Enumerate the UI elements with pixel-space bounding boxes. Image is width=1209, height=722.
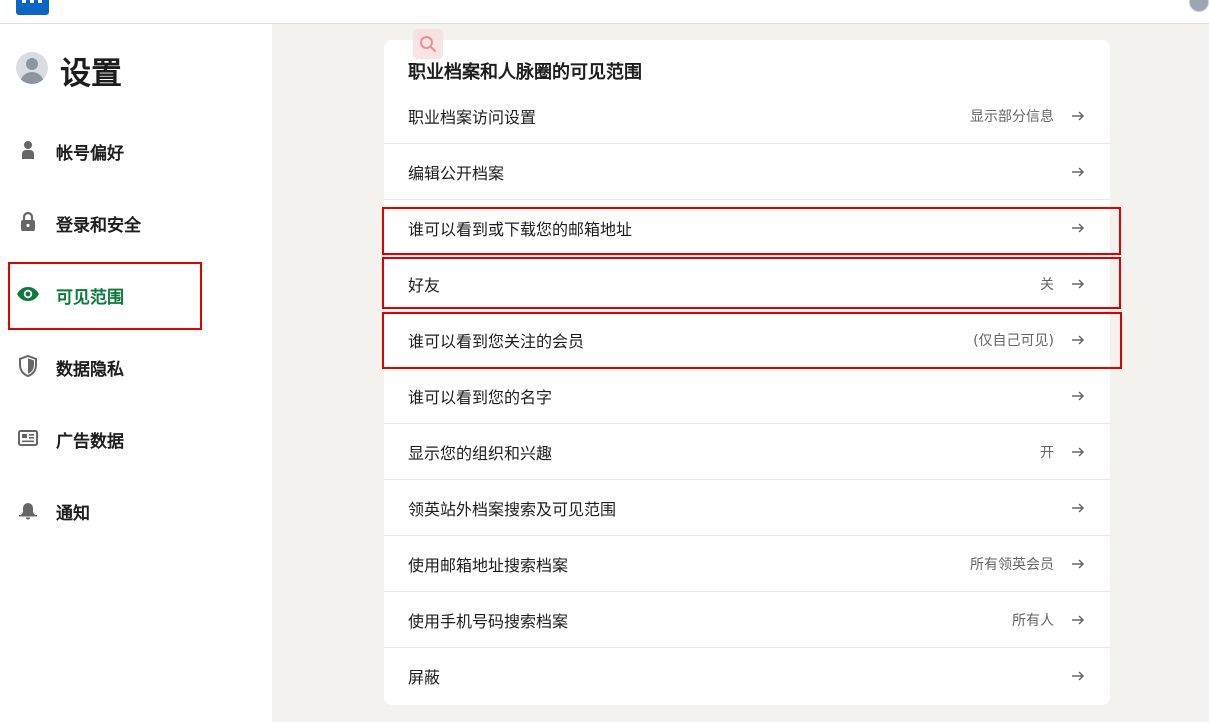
setting-row-offsite-visibility[interactable]: 领英站外档案搜索及可见范围 <box>384 480 1110 536</box>
lock-icon <box>21 211 35 231</box>
arrow-right-icon <box>1072 671 1085 681</box>
setting-row-label: 使用手机号码搜索档案 <box>408 612 569 631</box>
arrow-right-icon <box>1072 111 1085 121</box>
setting-row-blocking[interactable]: 屏蔽 <box>384 648 1110 704</box>
sidebar-item-label: 广告数据 <box>56 432 124 452</box>
sidebar-item-data-privacy[interactable]: 数据隐私 <box>16 352 246 380</box>
newspaper-icon <box>18 430 38 446</box>
arrow-right-icon <box>1072 447 1085 457</box>
setting-row-label: 谁可以看到您的名字 <box>408 388 553 407</box>
sidebar-item-visibility[interactable]: 可见范围 <box>16 280 246 308</box>
setting-row-members-you-follow[interactable]: 谁可以看到您关注的会员 (仅自己可见) <box>384 312 1110 368</box>
linkedin-logo-icon[interactable] <box>16 0 49 15</box>
sidebar-item-label: 可见范围 <box>56 288 124 308</box>
setting-row-label: 谁可以看到或下载您的邮箱地址 <box>408 220 633 239</box>
sidebar-item-label: 通知 <box>56 504 90 524</box>
arrow-right-icon <box>1072 391 1085 401</box>
setting-row-label: 好友 <box>408 276 441 295</box>
setting-row-label: 领英站外档案搜索及可见范围 <box>408 500 617 519</box>
section-title: 职业档案和人脉圈的可见范围 <box>408 62 642 83</box>
sidebar-item-notifications[interactable]: 通知 <box>16 496 246 524</box>
logo-bar <box>38 0 42 3</box>
logo-bar <box>30 0 34 3</box>
settings-title: 设置 <box>60 56 122 92</box>
avatar[interactable] <box>16 52 48 84</box>
arrow-right-icon <box>1072 335 1085 345</box>
setting-row-profile-viewing-options[interactable]: 职业档案访问设置 显示部分信息 <box>384 88 1110 144</box>
setting-row-value: (仅自己可见) <box>973 333 1054 349</box>
arrow-right-icon <box>1072 167 1085 177</box>
magnifier-glyph <box>420 36 437 53</box>
logo-bar <box>22 0 26 3</box>
arrow-right-icon <box>1072 503 1085 513</box>
person-icon <box>22 141 34 159</box>
arrow-right-icon <box>1072 559 1085 569</box>
setting-row-value: 显示部分信息 <box>970 109 1054 125</box>
visibility-settings-card: 职业档案和人脉圈的可见范围 职业档案访问设置 显示部分信息 编辑公开档案 谁可以… <box>384 40 1110 705</box>
avatar-body <box>20 72 44 84</box>
top-navbar <box>0 0 1209 24</box>
sidebar-item-label: 登录和安全 <box>56 216 141 236</box>
eye-icon <box>17 287 39 301</box>
setting-row-connections[interactable]: 好友 关 <box>384 256 1110 312</box>
setting-row-value: 所有领英会员 <box>970 557 1054 573</box>
setting-row-edit-public-profile[interactable]: 编辑公开档案 <box>384 144 1110 200</box>
setting-row-value: 所有人 <box>1012 613 1054 629</box>
setting-row-label: 显示您的组织和兴趣 <box>408 444 553 463</box>
sidebar-item-label: 帐号偏好 <box>56 144 124 164</box>
setting-row-label: 编辑公开档案 <box>408 164 505 183</box>
setting-row-discover-by-phone[interactable]: 使用手机号码搜索档案 所有人 <box>384 592 1110 648</box>
setting-row-value: 开 <box>1040 445 1054 461</box>
arrow-right-icon <box>1072 223 1085 233</box>
setting-row-label: 职业档案访问设置 <box>408 108 537 127</box>
profile-avatar-icon[interactable] <box>1189 0 1209 12</box>
shield-icon <box>19 354 37 378</box>
setting-row-label: 谁可以看到您关注的会员 <box>408 332 585 351</box>
setting-row-value: 关 <box>1040 277 1054 293</box>
settings-sidebar: 设置 帐号偏好 登录和安全 可见范围 数据隐私 广告数据 通知 <box>0 24 272 722</box>
setting-row-email-visibility[interactable]: 谁可以看到或下载您的邮箱地址 <box>384 200 1110 256</box>
arrow-right-icon <box>1072 615 1085 625</box>
setting-row-discover-by-email[interactable]: 使用邮箱地址搜索档案 所有领英会员 <box>384 536 1110 592</box>
sidebar-item-account-preferences[interactable]: 帐号偏好 <box>16 136 246 164</box>
avatar-head <box>26 58 38 70</box>
setting-row-organizations-interests[interactable]: 显示您的组织和兴趣 开 <box>384 424 1110 480</box>
bell-icon <box>19 503 37 520</box>
setting-row-label: 使用邮箱地址搜索档案 <box>408 556 569 575</box>
search-icon[interactable] <box>413 29 443 59</box>
setting-row-label: 屏蔽 <box>408 668 441 687</box>
sidebar-item-label: 数据隐私 <box>56 360 124 380</box>
arrow-right-icon <box>1072 279 1085 289</box>
sidebar-item-sign-in-security[interactable]: 登录和安全 <box>16 208 246 236</box>
sidebar-item-advertising-data[interactable]: 广告数据 <box>16 424 246 452</box>
setting-row-last-name-visibility[interactable]: 谁可以看到您的名字 <box>384 368 1110 424</box>
